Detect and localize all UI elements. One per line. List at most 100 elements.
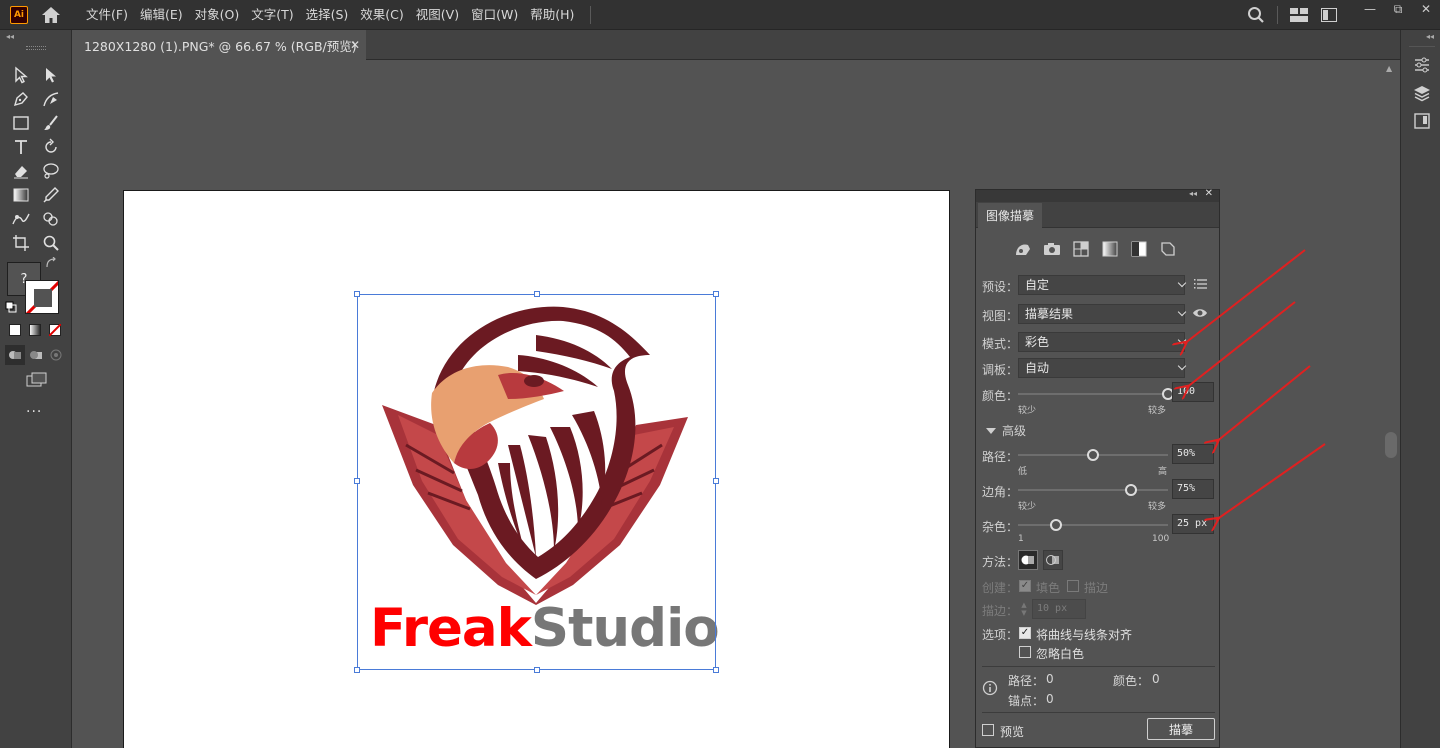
preview-checkbox[interactable] — [982, 724, 994, 736]
corners-slider[interactable] — [1018, 484, 1168, 496]
artboard-tool-icon[interactable] — [10, 232, 32, 254]
menu-file[interactable]: 文件(F) — [80, 0, 134, 30]
resize-handle[interactable] — [534, 667, 540, 673]
ignore-white-checkbox[interactable] — [1019, 646, 1031, 658]
pen-tool-icon[interactable] — [10, 88, 32, 110]
resize-handle[interactable] — [354, 291, 360, 297]
selection-tool-icon[interactable] — [10, 64, 32, 86]
stroke-checkbox[interactable] — [1067, 580, 1079, 592]
resize-handle[interactable] — [713, 667, 719, 673]
noise-slider-knob[interactable] — [1049, 519, 1062, 531]
rotate-tool-icon[interactable] — [40, 136, 62, 158]
width-tool-icon[interactable] — [40, 160, 62, 182]
high-color-preset-icon[interactable] — [1041, 238, 1062, 259]
noise-slider[interactable] — [1018, 519, 1168, 531]
collapse-toolbar-icon[interactable]: ◂◂ — [6, 32, 14, 41]
overlapping-method-button[interactable] — [1043, 550, 1063, 570]
eraser-tool-icon[interactable] — [10, 160, 32, 182]
home-icon[interactable] — [40, 4, 62, 26]
arrange-documents-icon[interactable] — [1284, 0, 1314, 30]
close-tab-icon[interactable]: ✕ — [350, 38, 360, 52]
resize-handle[interactable] — [354, 478, 360, 484]
resize-handle[interactable] — [713, 291, 719, 297]
paths-slider-knob[interactable] — [1087, 449, 1099, 461]
workspace-switcher-icon[interactable] — [1314, 0, 1344, 30]
black-white-preset-icon[interactable] — [1128, 238, 1149, 259]
preset-menu-icon[interactable] — [1194, 278, 1208, 293]
libraries-icon[interactable] — [1411, 110, 1433, 132]
menu-effect[interactable]: 效果(C) — [354, 0, 409, 30]
gradient-mode-icon[interactable] — [27, 322, 43, 338]
grayscale-preset-icon[interactable] — [1099, 238, 1120, 259]
zoom-tool-icon[interactable] — [40, 232, 62, 254]
noise-value-input[interactable]: 25 px — [1172, 514, 1214, 534]
eye-icon[interactable] — [1192, 307, 1208, 322]
eyedropper-tool-icon[interactable] — [40, 184, 62, 206]
expand-panels-icon[interactable]: ◂◂ — [1426, 32, 1434, 41]
close-window-button[interactable]: ✕ — [1412, 0, 1440, 18]
close-panel-icon[interactable]: ✕ — [1205, 188, 1213, 199]
curvature-tool-icon[interactable] — [40, 88, 62, 110]
collapse-panel-icon[interactable]: ◂◂ — [1189, 189, 1197, 198]
paths-slider[interactable] — [1018, 449, 1168, 461]
colors-value-input[interactable]: 100 — [1172, 382, 1214, 402]
menu-type[interactable]: 文字(T) — [245, 0, 299, 30]
fill-checkbox[interactable]: ✓ — [1019, 580, 1031, 592]
mode-select[interactable]: 彩色 — [1018, 332, 1185, 352]
type-tool-icon[interactable] — [10, 136, 32, 158]
menu-object[interactable]: 对象(O) — [189, 0, 246, 30]
stroke-swatch[interactable] — [25, 280, 59, 314]
color-mode-icon[interactable] — [7, 322, 23, 338]
none-mode-icon[interactable] — [47, 322, 63, 338]
properties-icon[interactable] — [1411, 54, 1433, 76]
trace-button[interactable]: 描摹 — [1147, 718, 1215, 740]
snap-curves-checkbox[interactable]: ✓ — [1019, 627, 1031, 639]
stroke-width-input[interactable]: 10 px — [1032, 599, 1086, 619]
auto-color-preset-icon[interactable] — [1012, 238, 1033, 259]
restore-button[interactable]: ⧉ — [1384, 0, 1412, 18]
puppet-warp-tool-icon[interactable] — [10, 208, 32, 230]
scroll-thumb[interactable] — [1385, 432, 1397, 458]
selection-bounding-box[interactable] — [354, 291, 719, 673]
document-tab[interactable]: 1280X1280 (1).PNG* @ 66.67 % (RGB/预览) ✕ — [74, 30, 366, 60]
corners-value-input[interactable]: 75% — [1172, 479, 1214, 499]
menu-select[interactable]: 选择(S) — [300, 0, 355, 30]
draw-behind-icon[interactable] — [26, 345, 46, 365]
scroll-up-icon[interactable]: ▲ — [1386, 64, 1392, 73]
layers-icon[interactable] — [1411, 82, 1433, 104]
preset-select[interactable]: 自定 — [1018, 275, 1185, 295]
resize-handle[interactable] — [354, 667, 360, 673]
gradient-tool-icon[interactable] — [10, 184, 32, 206]
paintbrush-tool-icon[interactable] — [40, 112, 62, 134]
draw-normal-icon[interactable] — [5, 345, 25, 365]
panel-title-bar[interactable]: ◂◂ ✕ — [976, 188, 1219, 202]
abutting-method-button[interactable] — [1018, 550, 1038, 570]
menu-view[interactable]: 视图(V) — [410, 0, 465, 30]
default-fill-stroke-icon[interactable] — [4, 300, 18, 314]
paths-value-input[interactable]: 50% — [1172, 444, 1214, 464]
view-select[interactable]: 描摹结果 — [1018, 304, 1185, 324]
menu-help[interactable]: 帮助(H) — [524, 0, 580, 30]
search-icon[interactable] — [1241, 0, 1271, 30]
vertical-scrollbar[interactable]: ▲ — [1382, 60, 1400, 748]
screen-mode-icon[interactable] — [24, 370, 50, 390]
tab-image-trace[interactable]: 图像描摹 — [978, 203, 1042, 228]
rectangle-tool-icon[interactable] — [10, 112, 32, 134]
corners-slider-knob[interactable] — [1124, 484, 1137, 496]
palette-select[interactable]: 自动 — [1018, 358, 1185, 378]
draw-inside-icon[interactable] — [46, 345, 66, 365]
minimize-button[interactable]: — — [1356, 0, 1384, 18]
resize-handle[interactable] — [534, 291, 540, 297]
swap-fill-stroke-icon[interactable] — [44, 256, 58, 270]
outline-preset-icon[interactable] — [1157, 238, 1178, 259]
menu-window[interactable]: 窗口(W) — [465, 0, 524, 30]
edit-toolbar-icon[interactable]: ··· — [26, 404, 42, 420]
resize-handle[interactable] — [713, 478, 719, 484]
menu-edit[interactable]: 编辑(E) — [134, 0, 189, 30]
shape-builder-tool-icon[interactable] — [40, 208, 62, 230]
direct-selection-tool-icon[interactable] — [40, 64, 62, 86]
colors-slider[interactable] — [1018, 388, 1174, 400]
stroke-width-stepper[interactable]: ▲ ▼ — [1018, 599, 1030, 619]
low-color-preset-icon[interactable] — [1070, 238, 1091, 259]
advanced-toggle[interactable]: 高级 — [986, 422, 1026, 439]
